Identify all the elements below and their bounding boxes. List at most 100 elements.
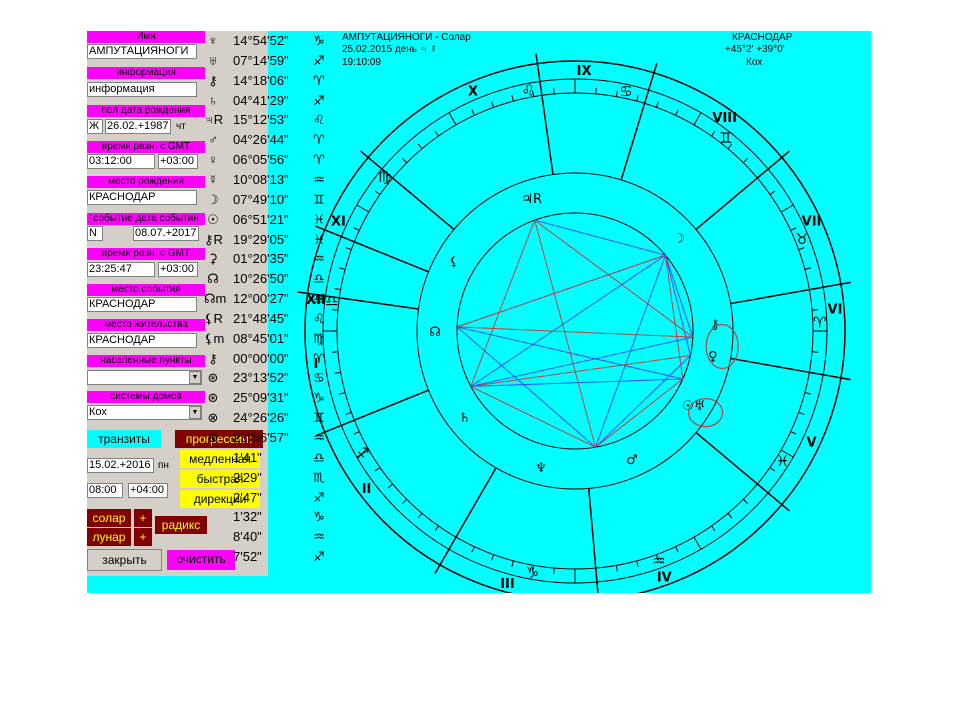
chart-coords: +45°2' +39°0' [725,44,785,55]
degree-tick [742,158,748,164]
ring-zodiac-icon: ♍ [378,168,391,186]
degree-tick [417,143,423,150]
chart-planet-icon: ♄ [459,411,471,426]
ring-zodiac-icon: ♌ [522,82,535,100]
degree-tick [693,112,702,126]
house-numeral: V [807,435,817,450]
house-cusp-line [315,389,429,437]
house-numeral: XII [306,293,326,308]
degree-tick [769,190,776,195]
degree-tick [511,560,514,567]
degree-tick [769,467,776,472]
degree-tick [615,565,618,572]
degree-tick [553,87,555,94]
degree-tick [356,204,370,213]
aspect-line [456,254,666,328]
aspect-line [664,255,684,380]
degree-tick [693,536,702,550]
ring-zodiac-icon: ♉ [795,230,808,248]
chart-planet-icon: ♂ [626,453,638,468]
aspect-line [534,219,666,256]
degree-tick [675,546,679,553]
aspect-line [470,254,666,387]
chart-title: АМПУТАЦИЯНОГИ - Солар [342,32,471,43]
chart-planet-icon: ⚸ [449,255,459,270]
degree-tick [780,204,794,213]
ring-zodiac-icon: ♐ [356,445,369,463]
aspect-line [470,355,691,387]
house-numeral: XI [331,215,346,230]
degree-tick [804,392,811,395]
ring-zodiac-icon: ♎ [325,292,338,310]
degree-tick [374,467,381,472]
degree-tick [417,512,423,519]
degree-tick [448,112,457,126]
degree-tick [387,483,394,489]
house-cusp-line [588,488,599,593]
degree-tick [402,498,408,504]
chart-planet-icon: ♆ [535,461,547,476]
degree-tick [434,525,439,532]
wheel-circle-outer [304,60,846,593]
degree-tick [636,560,639,567]
degree-tick [491,554,495,561]
degree-tick [812,309,819,311]
aspect-line [457,326,693,338]
degree-tick [636,95,639,102]
degree-tick [331,351,338,353]
house-numeral: VI [828,302,843,317]
house-numeral: VII [802,215,822,230]
chart-planet-icon: ♀ [708,349,718,364]
degree-tick [471,109,475,116]
ring-zodiac-icon: ♒ [652,552,665,570]
ring-zodiac-icon: ♈ [813,313,826,331]
chart-time: 19:10:09 [342,57,381,68]
aspect-line [470,378,683,387]
house-numeral: IX [577,64,592,79]
degree-tick [339,267,346,270]
chart-city: КРАСНОДАР [732,32,793,43]
degree-tick [334,371,341,374]
degree-tick [345,247,352,251]
aspect-line [470,385,596,448]
house-numeral: III [500,577,515,592]
aspect-line [595,378,684,448]
degree-tick [711,130,716,137]
degree-tick [655,101,659,108]
house-cusp-line [730,281,851,305]
aspect-line [534,219,596,448]
degree-tick [353,431,360,435]
aspect-line [456,326,596,448]
degree-tick [553,568,555,575]
house-numeral: II [362,482,372,497]
degree-tick [334,288,341,291]
ring-zodiac-icon: ♋ [619,82,632,100]
house-numeral: IV [657,570,672,585]
degree-tick [339,392,346,395]
house-cusp-line [315,225,429,273]
house-cusp-line [620,63,658,181]
degree-tick [742,498,748,504]
house-cusp-line [535,53,554,175]
degree-tick [434,130,439,137]
chart-planet-icon: ☊ [429,325,441,340]
house-numeral: VIII [712,111,737,126]
ring-zodiac-icon: ♊ [719,129,732,147]
house-numeral: I [314,357,319,372]
degree-tick [711,525,716,532]
aspect-line [664,254,694,338]
degree-tick [345,411,352,415]
house-numeral: X [468,85,478,100]
degree-tick [471,546,475,553]
highlight-circle [705,323,739,370]
degree-tick [402,158,408,164]
ring-zodiac-icon: ♓ [776,452,789,470]
degree-tick [790,431,797,435]
degree-tick [675,109,679,116]
wheel-circle-ring2 [336,92,814,570]
degree-tick [595,87,597,94]
wheel-circle-mid [416,172,734,490]
chart-planet-icon: ☉♅ [682,399,705,414]
astrology-app-window: Имя АМПУТАЦИЯНОГИ информация информация … [87,31,871,593]
degree-tick [727,512,733,519]
